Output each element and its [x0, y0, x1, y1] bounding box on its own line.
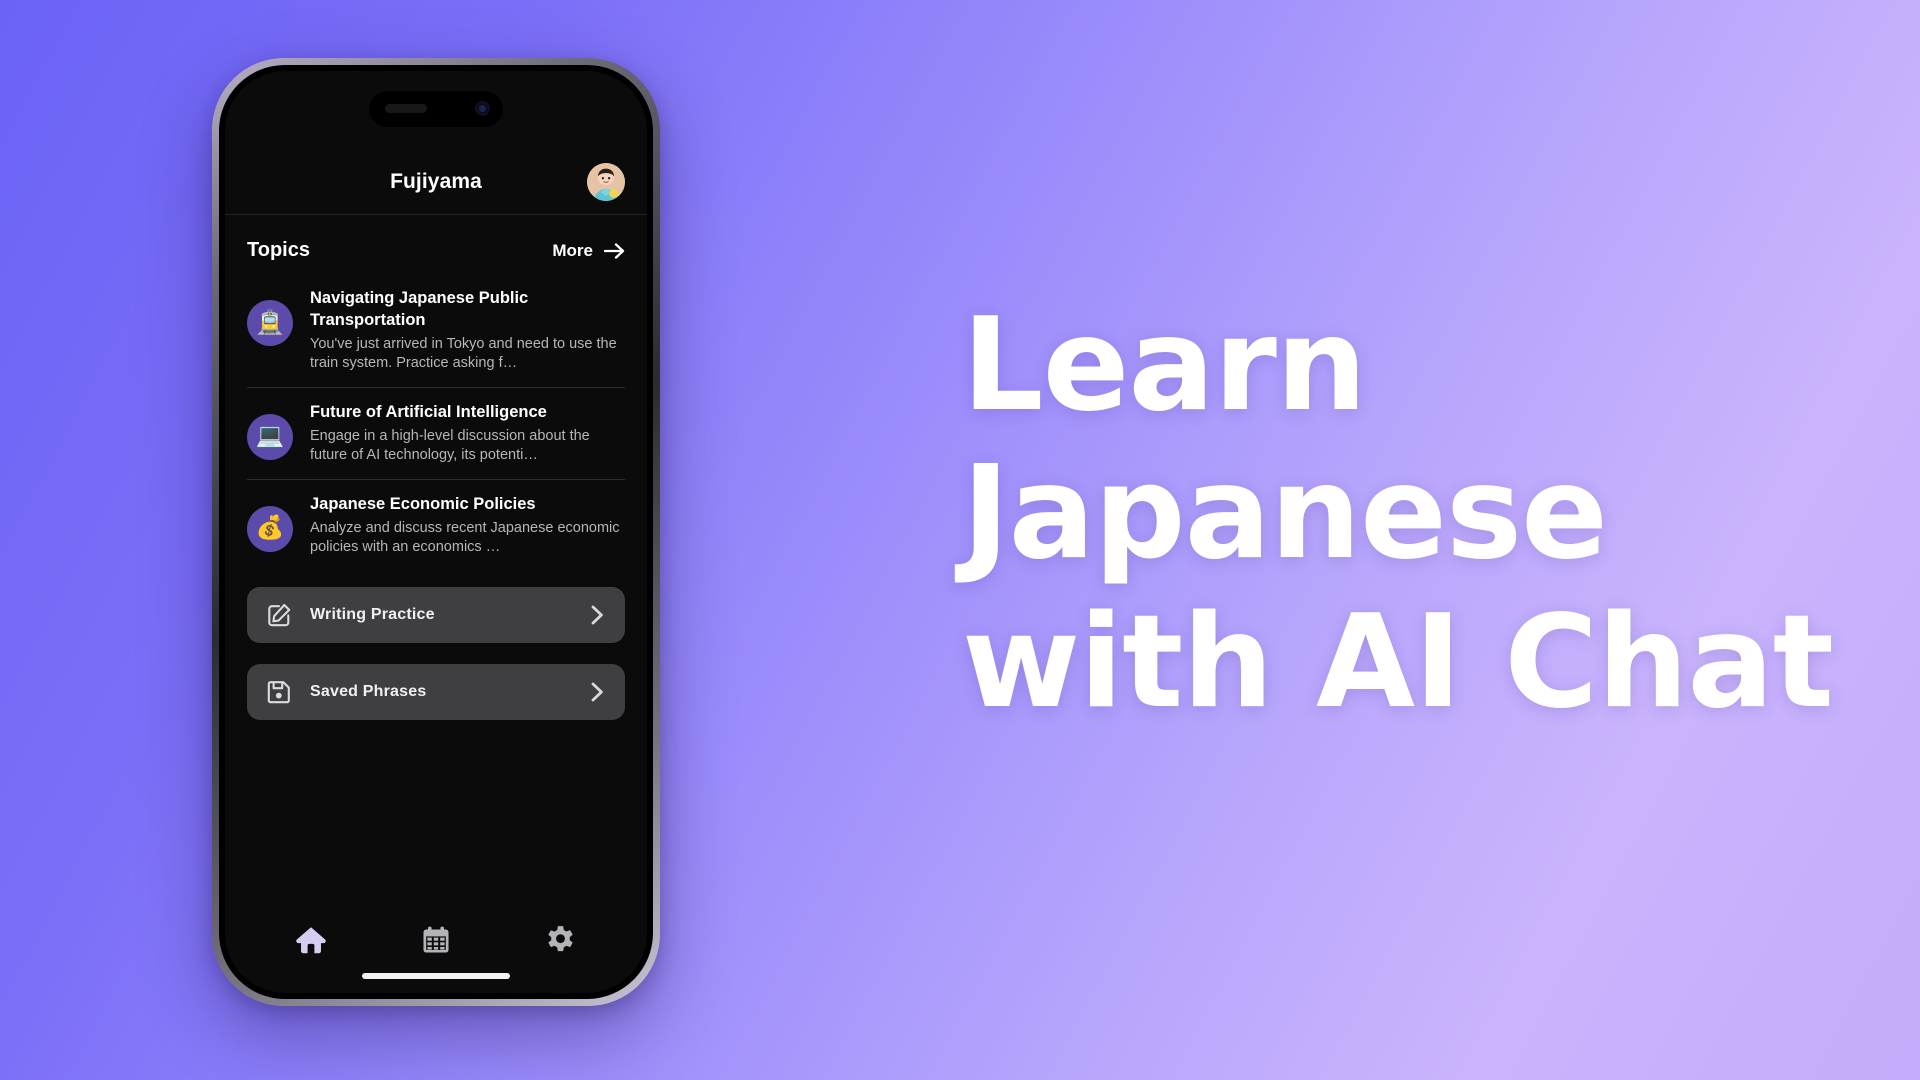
action-button-list: Writing Practice Saved Phrases: [225, 571, 647, 720]
topic-description: Engage in a high-level discussion about …: [310, 427, 590, 463]
laptop-icon: 💻: [247, 413, 293, 460]
topics-section-label: Topics: [247, 239, 310, 261]
dynamic-island: [369, 91, 503, 127]
screenshot-canvas: Learn Japanese with AI Chat Fujiyama Top…: [0, 0, 1920, 1080]
gear-icon: [548, 925, 573, 951]
phone-screen: Fujiyama Topics More 🚊 Navigating Japane…: [225, 71, 647, 993]
action-button[interactable]: Writing Practice: [247, 586, 625, 643]
more-button-label: More: [552, 240, 593, 260]
marketing-headline: Learn Japanese with AI Chat: [962, 291, 1834, 737]
topic-title: Navigating Japanese Public Transportatio…: [310, 289, 529, 329]
bottom-tab-bar: [225, 901, 647, 993]
more-button[interactable]: More: [552, 241, 625, 261]
topic-row[interactable]: 💻 Future of Artificial Intelligence Engage…: [247, 386, 625, 479]
topic-row[interactable]: 🚊 Navigating Japanese Public Transportati…: [247, 280, 625, 387]
topic-text: Japanese Economic Policies Analyze and di…: [310, 494, 625, 557]
calendar-icon: [423, 926, 449, 953]
pencil-square-icon: [268, 603, 291, 627]
phone-bezel: Fujiyama Topics More 🚊 Navigating Japane…: [219, 65, 653, 999]
floppy-disk-save-icon: [267, 680, 290, 704]
topic-description: Analyze and discuss recent Japanese econ…: [310, 519, 620, 555]
action-button-label: Saved Phrases: [310, 682, 427, 700]
front-camera-icon: [475, 101, 490, 116]
topic-title: Japanese Economic Policies: [310, 494, 536, 513]
user-avatar-icon: [587, 162, 625, 201]
tab-calendar[interactable]: [404, 915, 468, 965]
topic-text: Navigating Japanese Public Transportatio…: [310, 288, 625, 373]
topic-description: You've just arrived in Tokyo and need to…: [310, 335, 617, 371]
topic-text: Future of Artificial Intelligence Engage …: [310, 402, 625, 465]
topic-list: 🚊 Navigating Japanese Public Transportati…: [247, 280, 625, 571]
home-icon: [296, 927, 327, 954]
arrow-right-icon: [604, 242, 625, 259]
topics-section: Topics More 🚊 Navigating Japanese Public …: [225, 215, 647, 571]
headline-line-3: with AI Chat: [962, 587, 1834, 737]
avatar[interactable]: [587, 162, 625, 201]
action-button-label: Writing Practice: [310, 605, 435, 623]
phone-mockup-frame: Fujiyama Topics More 🚊 Navigating Japane…: [212, 58, 660, 1006]
tab-settings[interactable]: [529, 915, 593, 965]
headline-line-1: Learn: [962, 291, 1367, 440]
app-header: Fujiyama: [225, 149, 647, 215]
chevron-right-icon: [591, 682, 603, 702]
money-bag-icon: 💰: [247, 505, 293, 552]
tab-home[interactable]: [279, 915, 343, 965]
topic-row[interactable]: 💰 Japanese Economic Policies Analyze and d…: [247, 478, 625, 571]
tram-icon: 🚊: [247, 300, 293, 346]
topic-title: Future of Artificial Intelligence: [310, 402, 547, 421]
chevron-right-icon: [591, 605, 603, 625]
home-indicator: [362, 973, 510, 979]
action-button[interactable]: Saved Phrases: [247, 663, 625, 720]
topics-header: Topics More: [247, 239, 625, 262]
earpiece-speaker-icon: [385, 104, 427, 113]
headline-line-2: Japanese: [962, 439, 1608, 589]
app-title: Fujiyama: [390, 169, 482, 193]
